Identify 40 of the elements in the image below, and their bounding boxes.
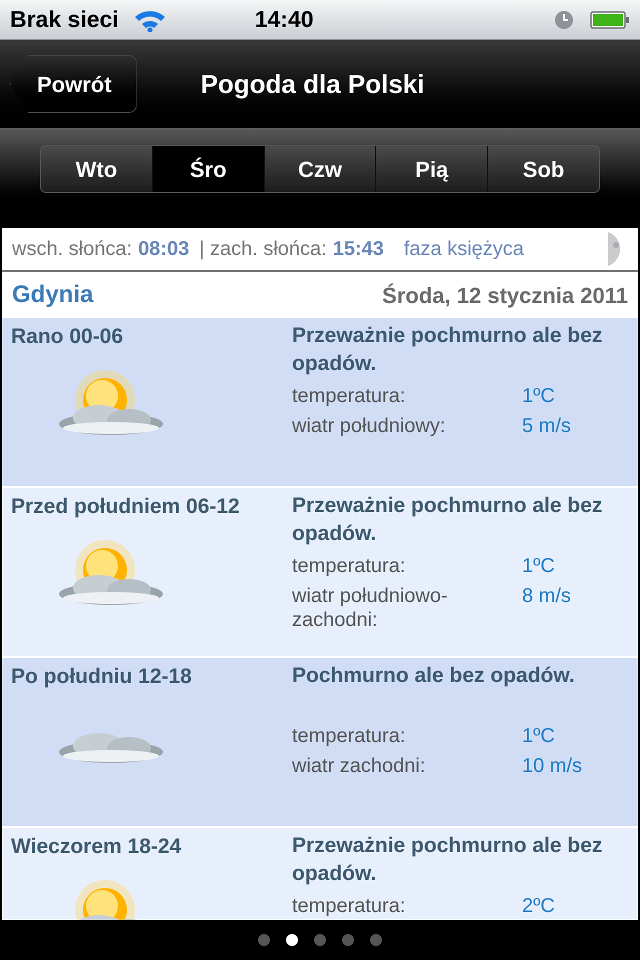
day-tab[interactable]: Czw <box>264 146 376 192</box>
detail-value: 1ºC <box>522 554 555 578</box>
detail-label: temperatura: <box>292 724 406 748</box>
moon-phase-link[interactable]: faza księżyca <box>404 234 524 264</box>
detail-value: 1ºC <box>522 724 555 748</box>
alarm-clock-icon <box>554 10 574 30</box>
carrier-text: Brak sieci <box>10 5 119 34</box>
forecast-summary: Przeważnie pochmurno ale bez opadów. <box>292 833 604 887</box>
detail-label: temperatura: <box>292 384 406 408</box>
detail-value: 8 m/s <box>522 584 571 609</box>
detail-value: 5 m/s <box>522 414 571 438</box>
day-tab[interactable]: Sob <box>487 146 599 192</box>
sunrise-label: wsch. słońca: <box>12 237 132 262</box>
detail-value: 10 m/s <box>522 754 582 778</box>
period-title: Po południu 12-18 <box>11 664 193 690</box>
clock-text: 14:40 <box>254 5 314 34</box>
forecast-summary: Pochmurno ale bez opadów. <box>292 663 576 689</box>
date-text: Środa, 12 stycznia 2011 <box>382 282 628 310</box>
detail-value: 2ºC <box>522 894 555 918</box>
sunset-time: 15:43 <box>332 237 384 262</box>
battery-icon <box>590 10 630 30</box>
detail-label: temperatura: <box>292 554 406 578</box>
period-title: Przed południem 06-12 <box>11 494 241 520</box>
back-button[interactable]: Powrót <box>10 55 137 113</box>
period-title: Wieczorem 18-24 <box>11 834 182 860</box>
day-tab[interactable]: Pią <box>375 146 488 192</box>
city-name: Gdynia <box>12 280 94 310</box>
detail-value: 1ºC <box>522 384 555 408</box>
sunrise-time: 08:03 <box>138 237 190 262</box>
day-tab[interactable]: Śro <box>152 146 264 192</box>
detail-label: wiatr południowy: <box>292 414 446 438</box>
detail-label: wiatr zachodni: <box>292 754 426 778</box>
forecast-summary: Przeważnie pochmurno ale bez opadów. <box>292 493 604 547</box>
day-tab[interactable]: Wto <box>41 146 152 192</box>
period-title: Rano 00-06 <box>11 324 124 350</box>
window-title: Pogoda dla Polski <box>200 68 424 100</box>
sunset-label: | zach. słońca: <box>199 237 327 262</box>
detail-label: wiatr południowo-zachodni: <box>292 584 449 632</box>
forecast-summary: Przeważnie pochmurno ale bez opadów. <box>292 323 604 377</box>
detail-label: temperatura: <box>292 894 406 918</box>
